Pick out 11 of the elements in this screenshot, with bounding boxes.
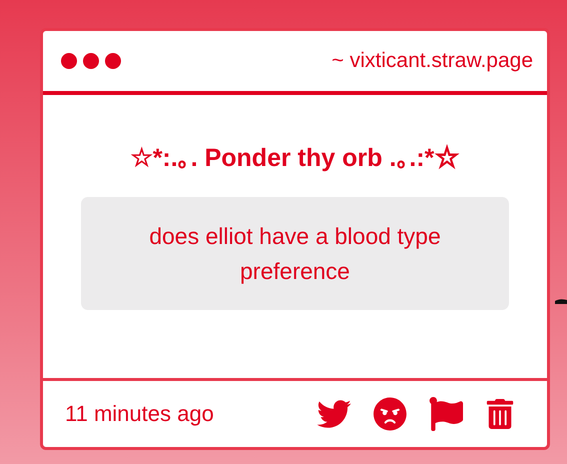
page-title: ☆*:.｡. Ponder thy orb .｡.:*☆ (130, 143, 460, 173)
page-address: ~ vixticant.straw.page (332, 49, 533, 73)
delete-button[interactable] (485, 399, 515, 429)
timestamp: 11 minutes ago (65, 401, 214, 427)
window-dot-icon (83, 53, 99, 69)
angry-face-button[interactable] (373, 397, 407, 431)
bird-button[interactable] (317, 397, 351, 431)
flag-button[interactable] (429, 397, 463, 431)
window-dot-icon (105, 53, 121, 69)
question-text: does elliot have a blood type preference (81, 197, 509, 310)
window-dot-icon (61, 53, 77, 69)
